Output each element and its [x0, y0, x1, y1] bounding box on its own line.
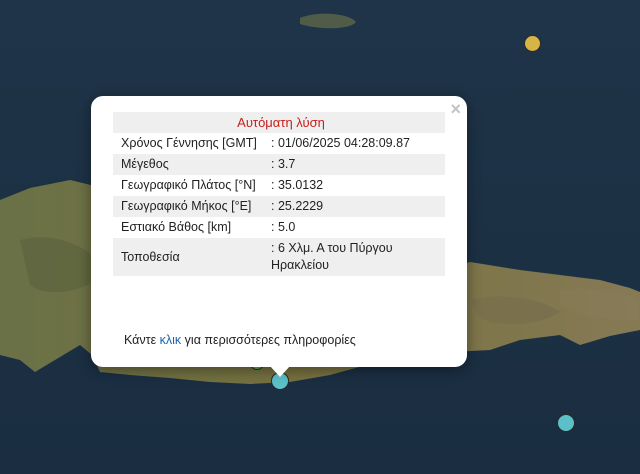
latitude-label: Γεωγραφικό Πλάτος [°N] — [121, 178, 256, 192]
location-value: : 6 Χλμ. Α του Πύργου Ηρακλείου — [263, 238, 445, 276]
latitude-value: : 35.0132 — [271, 178, 324, 192]
depth-label: Εστιακό Βάθος [km] — [121, 220, 232, 234]
earthquake-info-popup: × Αυτόματη λύση Χρόνος Γέννησης [GMT] : … — [91, 96, 467, 367]
depth-value: : 5.0 — [271, 220, 296, 234]
more-info-suffix: για περισσότερες πληροφορίες — [181, 333, 356, 347]
origin-time-label: Χρόνος Γέννησης [GMT] — [121, 136, 257, 150]
more-info-prefix: Κάντε — [124, 333, 160, 347]
magnitude-value: : 3.7 — [263, 154, 445, 175]
popup-tip — [270, 366, 290, 377]
earthquake-marker-cyan[interactable] — [557, 414, 575, 432]
more-info-text: Κάντε κλικ για περισσότερες πληροφορίες — [124, 333, 356, 347]
close-icon[interactable]: × — [450, 99, 461, 119]
magnitude-label: Μέγεθος — [113, 154, 263, 175]
earthquake-info-table: Αυτόματη λύση Χρόνος Γέννησης [GMT] : 01… — [113, 112, 445, 276]
location-label: Τοποθεσία — [113, 238, 263, 276]
longitude-value: : 25.2229 — [263, 196, 445, 217]
earthquake-marker-yellow[interactable] — [524, 35, 541, 52]
more-info-link[interactable]: κλικ — [160, 333, 182, 347]
longitude-label: Γεωγραφικό Μήκος [°E] — [113, 196, 263, 217]
origin-time-value: : 01/06/2025 04:28:09.87 — [271, 136, 411, 150]
popup-title: Αυτόματη λύση — [113, 112, 445, 133]
